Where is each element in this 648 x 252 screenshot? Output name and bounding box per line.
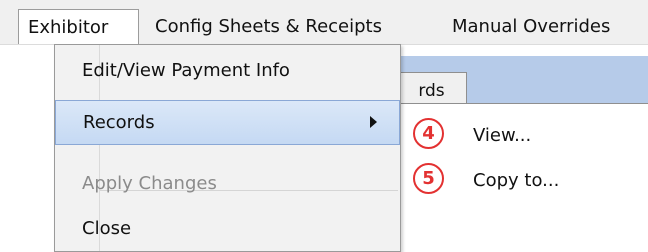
menu-item-label: Edit/View Payment Info	[82, 60, 290, 81]
menu-item-label: Records	[83, 112, 155, 133]
menu-item-label: Apply Changes	[82, 173, 217, 194]
application-window: Exhibitor Config Sheets & Receipts Manua…	[0, 0, 648, 252]
menu-item-records[interactable]: Records	[55, 100, 400, 145]
step-badge: 5	[413, 163, 444, 194]
menu-item-label: Close	[82, 218, 132, 239]
submenu-item-label: Copy to...	[473, 170, 560, 191]
submenu-item-copy-to[interactable]: 5 Copy to...	[401, 158, 648, 202]
background-tab[interactable]: rds	[394, 72, 467, 103]
menu-exhibitor[interactable]: Exhibitor	[18, 9, 139, 44]
menu-item-apply-changes[interactable]: Apply Changes	[55, 162, 400, 207]
menu-manual-overrides[interactable]: Manual Overrides	[452, 9, 648, 44]
background-tab-underline	[400, 103, 648, 104]
menu-config-sheets-receipts[interactable]: Config Sheets & Receipts	[151, 9, 451, 44]
exhibitor-dropdown-menu: Edit/View Payment Info Records Apply Cha…	[54, 44, 401, 252]
submenu-item-label: View...	[473, 125, 532, 146]
records-submenu: 4 View... 5 Copy to...	[401, 113, 648, 208]
submenu-item-view[interactable]: 4 View...	[401, 113, 648, 157]
menu-item-edit-view-payment-info[interactable]: Edit/View Payment Info	[55, 49, 400, 94]
menu-item-close[interactable]: Close	[55, 207, 400, 252]
menu-bar: Exhibitor Config Sheets & Receipts Manua…	[0, 0, 648, 45]
chevron-right-icon	[370, 116, 377, 128]
background-tab-label: rds	[418, 81, 445, 101]
step-badge: 4	[413, 118, 444, 149]
